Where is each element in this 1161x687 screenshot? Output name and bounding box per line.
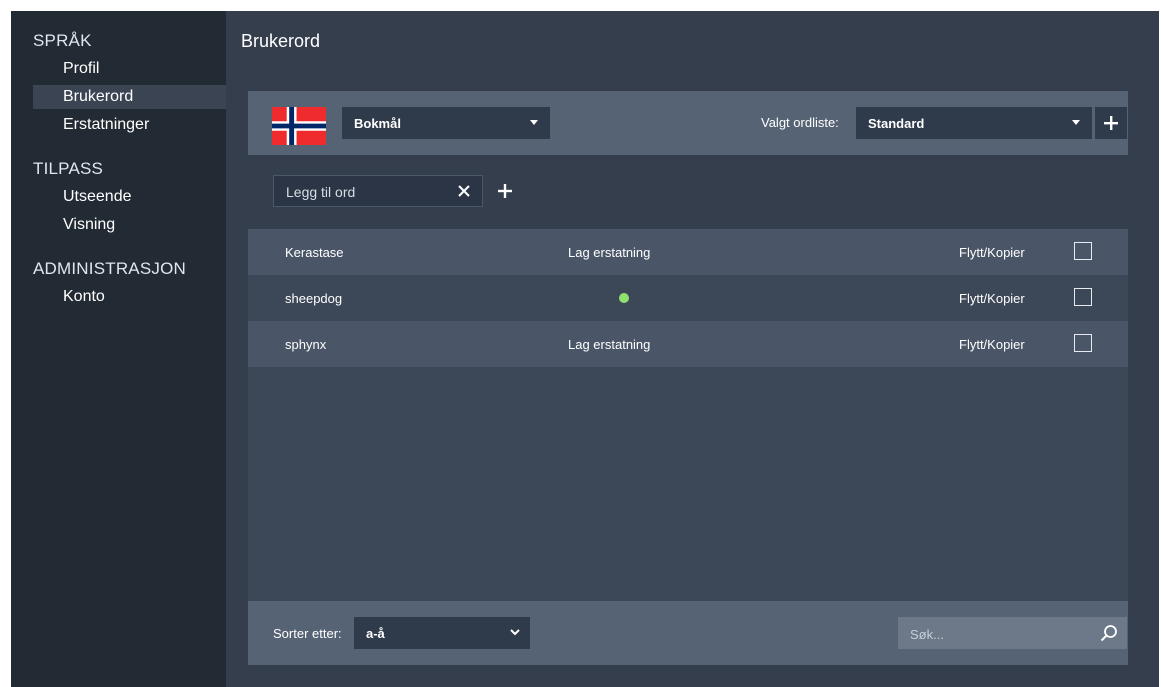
word-list: Kerastase Lag erstatning Flytt/Kopier sh… xyxy=(248,229,1128,367)
sidebar-item-utseende[interactable]: Utseende xyxy=(33,185,226,209)
table-row: Kerastase Lag erstatning Flytt/Kopier xyxy=(248,229,1128,275)
wordlist-selected: Standard xyxy=(868,115,925,131)
sidebar-section-tilpass: TILPASS Utseende Visning xyxy=(11,157,226,237)
page-title: Brukerord xyxy=(241,31,321,51)
table-row: sphynx Lag erstatning Flytt/Kopier xyxy=(248,321,1128,367)
create-replacement-link[interactable]: Lag erstatning xyxy=(568,337,650,352)
sidebar-section-administrasjon: ADMINISTRASJON Konto xyxy=(11,257,226,309)
sort-dropdown[interactable]: a-å xyxy=(354,617,530,649)
plus-icon xyxy=(1104,116,1118,130)
sidebar-heading: ADMINISTRASJON xyxy=(33,259,186,278)
search-input[interactable] xyxy=(898,617,1102,651)
sort-selected: a-å xyxy=(366,625,385,641)
sidebar-item-brukerord[interactable]: Brukerord xyxy=(33,85,226,109)
sidebar-item-visning[interactable]: Visning xyxy=(33,213,226,237)
add-word-row xyxy=(248,155,1128,229)
caret-down-icon xyxy=(1072,120,1080,125)
language-selected: Bokmål xyxy=(354,115,401,131)
wordlist-dropdown[interactable]: Standard xyxy=(856,107,1092,139)
wordlist-label: Valgt ordliste: xyxy=(761,115,839,130)
create-replacement-link[interactable]: Lag erstatning xyxy=(568,245,650,260)
word-text: sheepdog xyxy=(285,291,343,306)
caret-down-icon xyxy=(530,120,538,125)
main-content: Brukerord Bokmål Valgt ordliste: Standar… xyxy=(226,11,1159,687)
table-row: sheepdog Flytt/Kopier xyxy=(248,275,1128,321)
sidebar: SPRÅK Profil Brukerord Erstatninger TILP… xyxy=(11,11,226,687)
sidebar-heading: SPRÅK xyxy=(33,31,92,50)
sort-label: Sorter etter: xyxy=(273,626,342,641)
move-copy-link[interactable]: Flytt/Kopier xyxy=(959,291,1025,306)
add-wordlist-button[interactable] xyxy=(1095,107,1127,139)
search-icon[interactable] xyxy=(1100,624,1118,642)
sidebar-heading: TILPASS xyxy=(33,159,104,178)
sidebar-item-profil[interactable]: Profil xyxy=(33,57,226,81)
words-panel: Bokmål Valgt ordliste: Standard Legg til… xyxy=(248,91,1128,665)
add-word-field xyxy=(273,175,483,208)
panel-toolbar: Bokmål Valgt ordliste: Standard xyxy=(248,91,1128,155)
add-word-button[interactable] xyxy=(495,181,515,201)
search-field xyxy=(898,617,1127,651)
chevron-down-icon xyxy=(510,629,520,636)
panel-footer: Sorter etter: a-å xyxy=(248,601,1128,665)
row-checkbox[interactable] xyxy=(1074,242,1092,260)
norway-flag-icon xyxy=(272,107,326,145)
add-word-input[interactable] xyxy=(274,176,468,208)
row-checkbox[interactable] xyxy=(1074,288,1092,306)
word-text: sphynx xyxy=(285,337,327,352)
close-icon[interactable] xyxy=(456,183,472,199)
sidebar-section-sprak: SPRÅK Profil Brukerord Erstatninger xyxy=(11,29,226,137)
move-copy-link[interactable]: Flytt/Kopier xyxy=(959,337,1025,352)
row-checkbox[interactable] xyxy=(1074,334,1092,352)
app-window: SPRÅK Profil Brukerord Erstatninger TILP… xyxy=(11,11,1159,687)
replacement-status-icon[interactable] xyxy=(619,293,629,303)
sidebar-item-erstatninger[interactable]: Erstatninger xyxy=(33,113,226,137)
language-dropdown[interactable]: Bokmål xyxy=(342,107,550,139)
word-text: Kerastase xyxy=(285,245,344,260)
sidebar-item-konto[interactable]: Konto xyxy=(33,285,226,309)
move-copy-link[interactable]: Flytt/Kopier xyxy=(959,245,1025,260)
